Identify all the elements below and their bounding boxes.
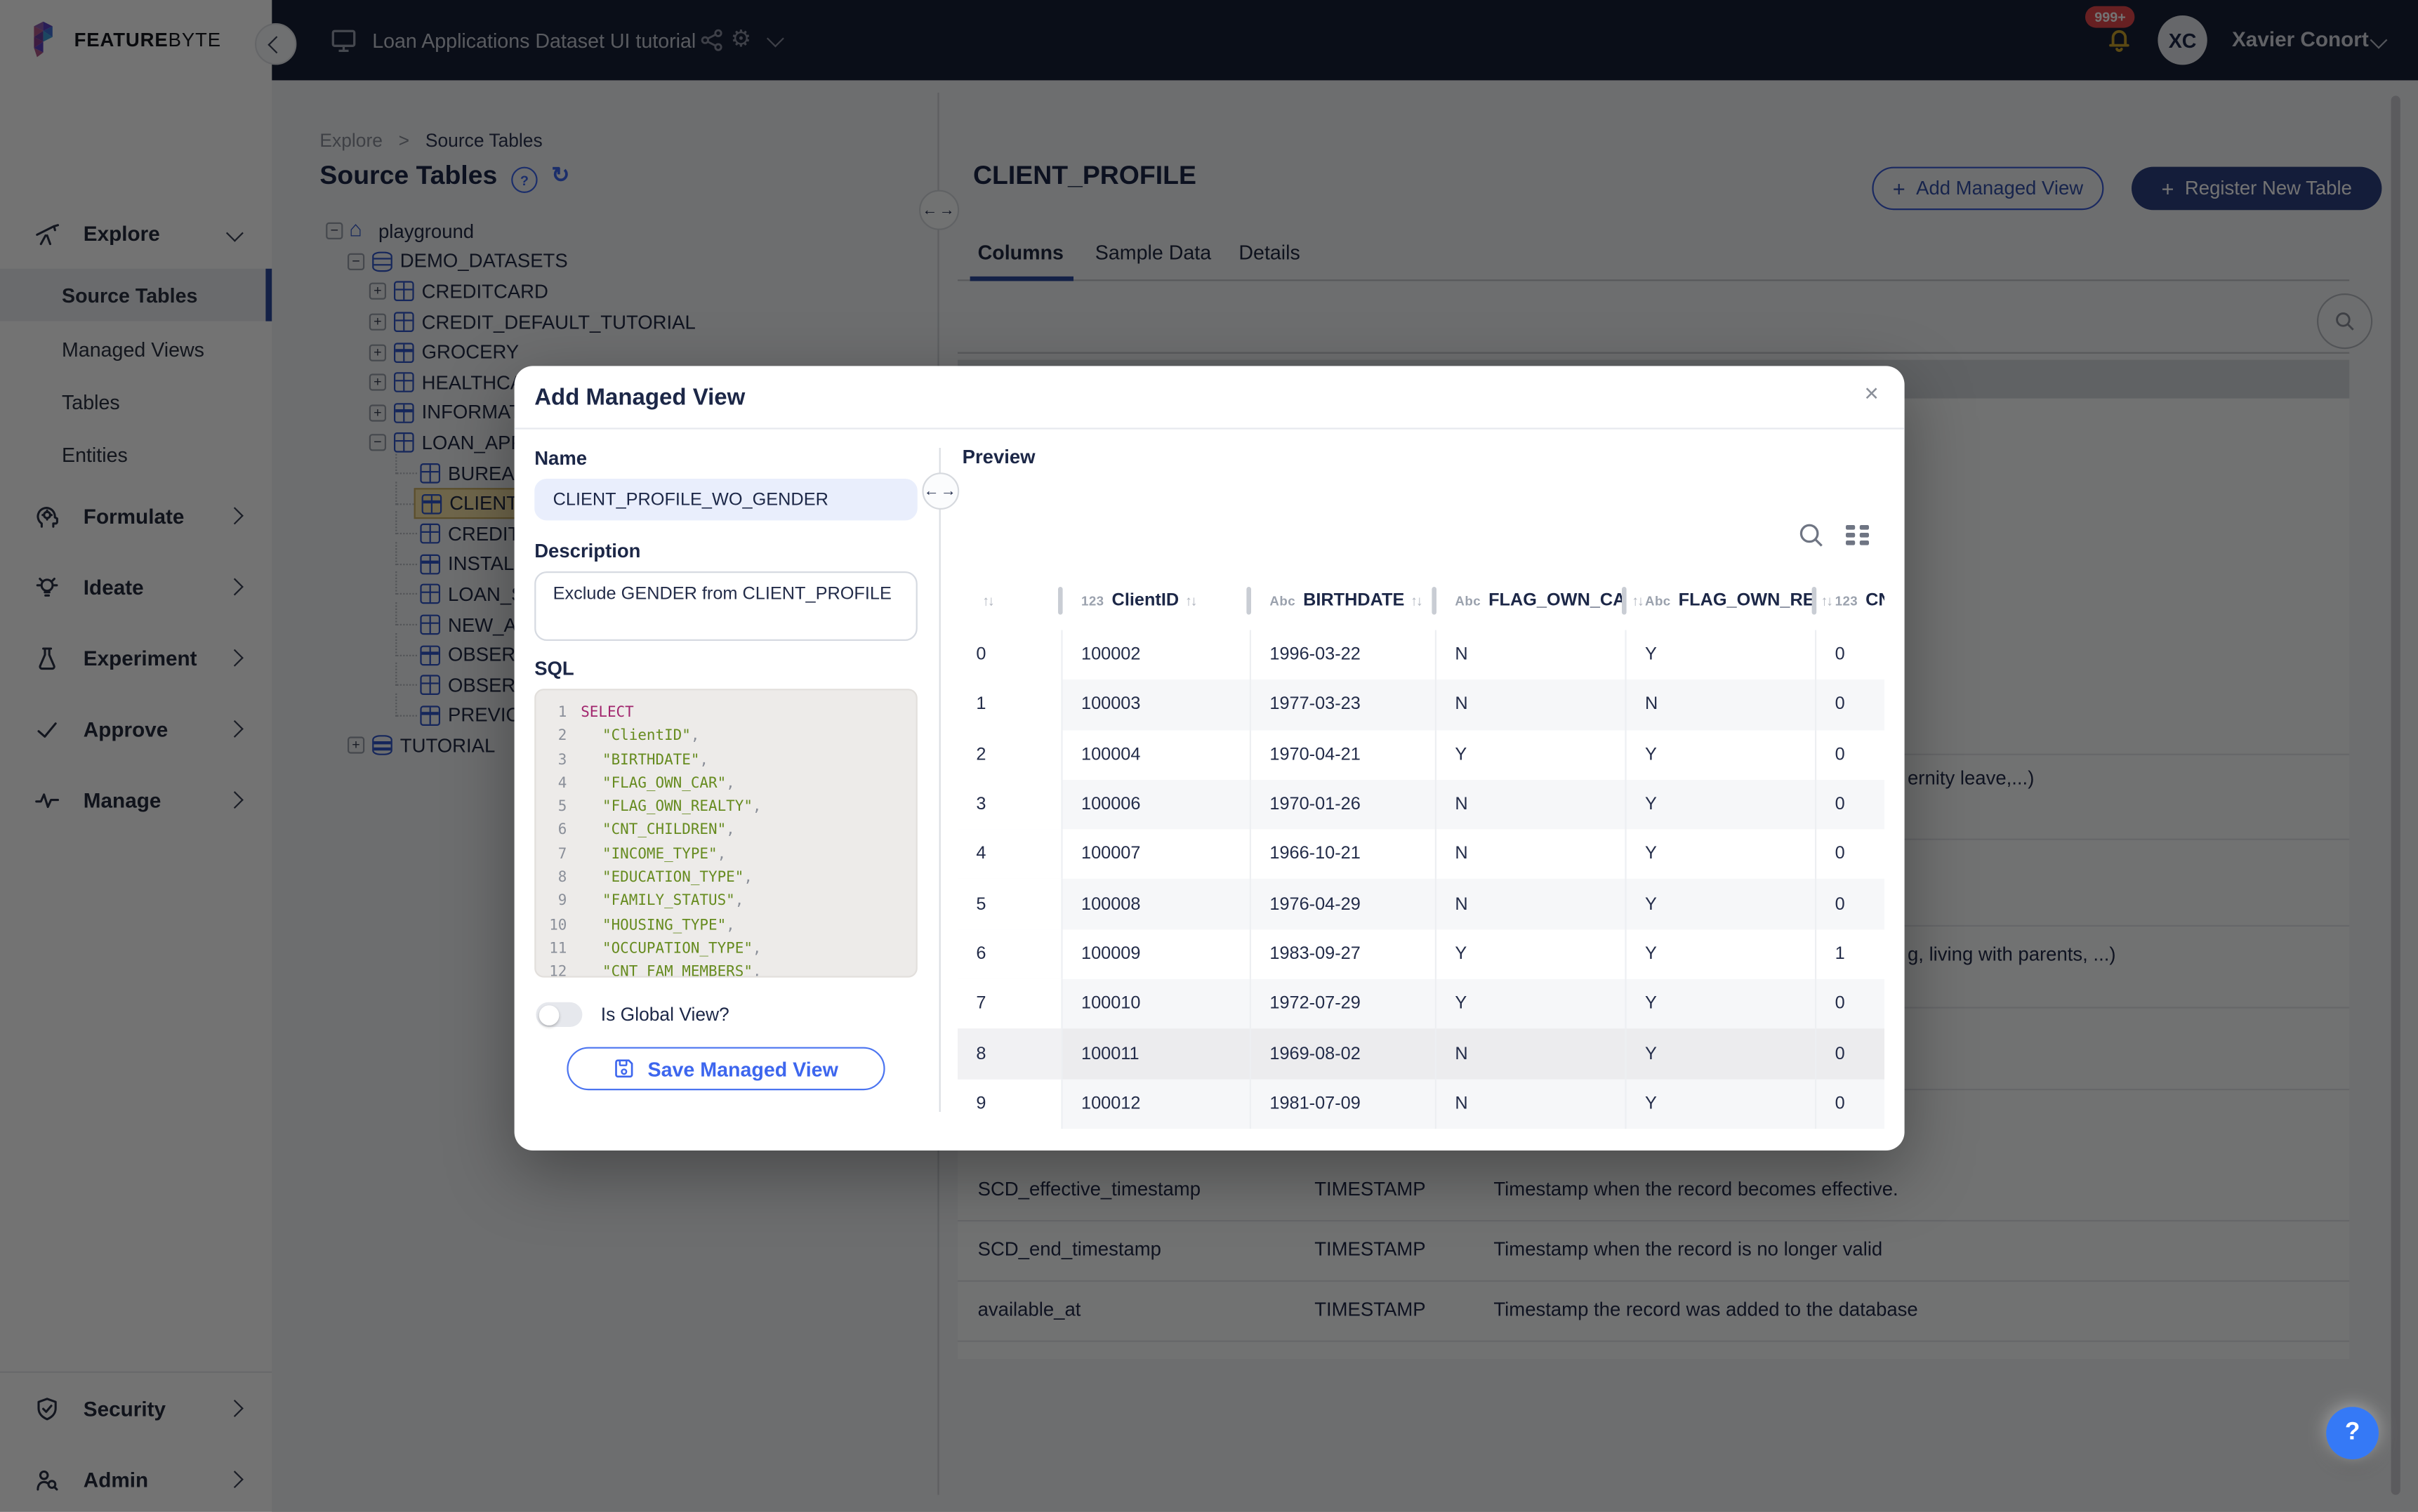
text-type-icon: Abc <box>1455 593 1481 609</box>
is-global-view-toggle[interactable] <box>536 1002 582 1027</box>
sql-line: 3"BIRTHDATE", <box>536 748 916 772</box>
preview-label: Preview <box>963 446 1036 468</box>
sql-line: 9"FAMILY_STATUS", <box>536 890 916 914</box>
sql-line: 6"CNT_CHILDREN", <box>536 819 916 843</box>
add-managed-view-modal: Add Managed View × Name CLIENT_PROFILE_W… <box>515 366 1905 1150</box>
table-row[interactable]: 8 100011 1969-08-02 N Y 0 <box>958 1029 1884 1079</box>
sql-line: 4"FLAG_OWN_CAR", <box>536 772 916 796</box>
sort-icon: ↑↓ <box>1185 593 1196 609</box>
header-cell-index[interactable]: ↑↓ <box>958 571 1063 630</box>
sql-line: 2"ClientID", <box>536 724 916 748</box>
help-button[interactable]: ? <box>2326 1407 2379 1459</box>
sql-line: 7"INCOME_TYPE", <box>536 843 916 867</box>
preview-table-header: ↑↓ 123ClientID↑↓ AbcBIRTHDATE↑↓ AbcFLAG_… <box>958 571 1884 630</box>
table-row[interactable]: 4 100007 1966-10-21 N Y 0 <box>958 830 1884 880</box>
sql-label: SQL <box>534 658 574 679</box>
table-row[interactable]: 1 100003 1977-03-23 N N 0 <box>958 680 1884 730</box>
table-row[interactable]: 7 100010 1972-07-29 Y Y 0 <box>958 979 1884 1029</box>
header-cell-clientid[interactable]: 123ClientID↑↓ <box>1063 571 1251 630</box>
sql-line: 10"HOUSING_TYPE", <box>536 914 916 938</box>
toggle-knob <box>539 1004 559 1025</box>
description-input[interactable]: Exclude GENDER from CLIENT_PROFILE <box>534 571 918 641</box>
sql-line: 11"OCCUPATION_TYPE", <box>536 937 916 961</box>
sort-icon: ↑↓ <box>1410 593 1421 609</box>
sql-line: 8"EDUCATION_TYPE", <box>536 866 916 890</box>
modal-divider <box>515 427 1905 429</box>
header-cell-cnt[interactable]: 123CN <box>1816 571 1884 630</box>
header-cell-flag-own-car[interactable]: AbcFLAG_OWN_CA↑↓ <box>1436 571 1627 630</box>
close-icon[interactable]: × <box>1864 381 1879 409</box>
table-row[interactable]: 9 100012 1981-07-09 N Y 0 <box>958 1079 1884 1129</box>
sql-editor[interactable]: 1SELECT 2"ClientID", 3"BIRTHDATE", 4"FLA… <box>534 689 918 977</box>
preview-columns-icon[interactable] <box>1846 525 1868 545</box>
preview-table-body: 0 100002 1996-03-22 N Y 0 1 100003 1977-… <box>958 630 1884 1129</box>
description-label: Description <box>534 541 640 562</box>
save-floppy-icon <box>614 1058 635 1080</box>
text-type-icon: Abc <box>1269 593 1295 609</box>
preview-search-icon[interactable] <box>1798 522 1824 548</box>
save-managed-view-button[interactable]: Save Managed View <box>567 1047 885 1091</box>
table-row[interactable]: 5 100008 1976-04-29 N Y 0 <box>958 880 1884 929</box>
numeric-type-icon: 123 <box>1835 593 1858 609</box>
table-row[interactable]: 6 100009 1983-09-27 Y Y 1 <box>958 929 1884 979</box>
table-row[interactable]: 0 100002 1996-03-22 N Y 0 <box>958 630 1884 680</box>
sql-line: 1SELECT <box>536 701 916 725</box>
preview-table: ↑↓ 123ClientID↑↓ AbcBIRTHDATE↑↓ AbcFLAG_… <box>958 571 1884 1129</box>
sql-line: 12"CNT_FAM_MEMBERS", <box>536 961 916 978</box>
toggle-label: Is Global View? <box>601 1004 729 1026</box>
modal-splitter[interactable] <box>939 448 941 1112</box>
numeric-type-icon: 123 <box>1081 593 1104 609</box>
table-row[interactable]: 2 100004 1970-04-21 Y Y 0 <box>958 730 1884 780</box>
header-cell-birthdate[interactable]: AbcBIRTHDATE↑↓ <box>1251 571 1436 630</box>
modal-splitter-handle[interactable]: ←→ <box>922 472 959 510</box>
table-row[interactable]: 3 100006 1970-01-26 N Y 0 <box>958 780 1884 830</box>
text-type-icon: Abc <box>1645 593 1671 609</box>
sql-line: 5"FLAG_OWN_REALTY", <box>536 795 916 819</box>
name-input[interactable]: CLIENT_PROFILE_WO_GENDER <box>534 479 918 520</box>
name-label: Name <box>534 448 587 470</box>
header-cell-flag-own-realty[interactable]: AbcFLAG_OWN_RE↑↓ <box>1627 571 1817 630</box>
app-root: Loan Applications Dataset UI tutorial ⚙ … <box>0 0 2418 1512</box>
modal-title: Add Managed View <box>534 385 745 411</box>
